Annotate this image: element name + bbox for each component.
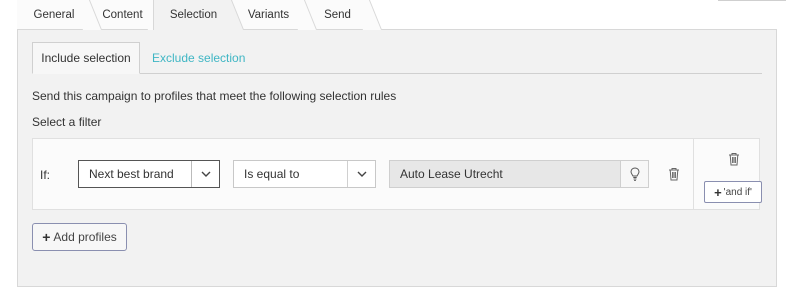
delete-rule-trash-icon[interactable] — [665, 164, 683, 184]
filter-rule-group: If: Next best brand Is equal to Auto Lea… — [32, 138, 762, 210]
filter-operator-value: Is equal to — [244, 167, 300, 181]
filter-value-text: Auto Lease Utrecht — [400, 167, 503, 181]
selection-description: Send this campaign to profiles that meet… — [32, 89, 397, 103]
rule-group-actions: +'and if' — [693, 139, 762, 209]
filter-operator-select[interactable]: Is equal to — [233, 160, 376, 188]
campaign-tabs: General Content Selection Variants Send — [17, 0, 777, 30]
tab-selection[interactable]: Selection — [153, 0, 229, 30]
chevron-down-icon — [191, 161, 219, 187]
tab-include-selection[interactable]: Include selection — [32, 42, 140, 74]
tab-label: General — [33, 8, 75, 21]
selection-sub-tabs: Include selection Exclude selection — [32, 42, 762, 74]
lightbulb-icon[interactable] — [620, 161, 648, 187]
filter-field-value: Next best brand — [89, 167, 174, 181]
tab-label: Variants — [247, 8, 290, 21]
filter-field-select[interactable]: Next best brand — [78, 160, 220, 188]
selection-panel: Include selection Exclude selection Send… — [17, 29, 777, 287]
if-label: If: — [40, 168, 51, 182]
add-and-if-button[interactable]: +'and if' — [704, 181, 762, 203]
filter-value-input[interactable]: Auto Lease Utrecht — [389, 160, 649, 188]
plus-icon: + — [42, 229, 51, 245]
tab-label: Selection — [169, 9, 218, 21]
delete-group-trash-icon[interactable] — [725, 149, 743, 169]
tab-label: Send — [324, 8, 351, 21]
and-if-label: 'and if' — [723, 186, 752, 198]
tab-exclude-selection[interactable]: Exclude selection — [152, 42, 245, 74]
plus-icon: + — [714, 184, 722, 200]
add-profiles-button[interactable]: + Add profiles — [32, 223, 127, 251]
tab-general[interactable]: General — [17, 0, 87, 30]
add-profiles-label: Add profiles — [53, 230, 117, 244]
tab-label: Content — [102, 8, 143, 21]
select-filter-label: Select a filter — [32, 115, 102, 129]
chevron-down-icon — [347, 161, 375, 187]
